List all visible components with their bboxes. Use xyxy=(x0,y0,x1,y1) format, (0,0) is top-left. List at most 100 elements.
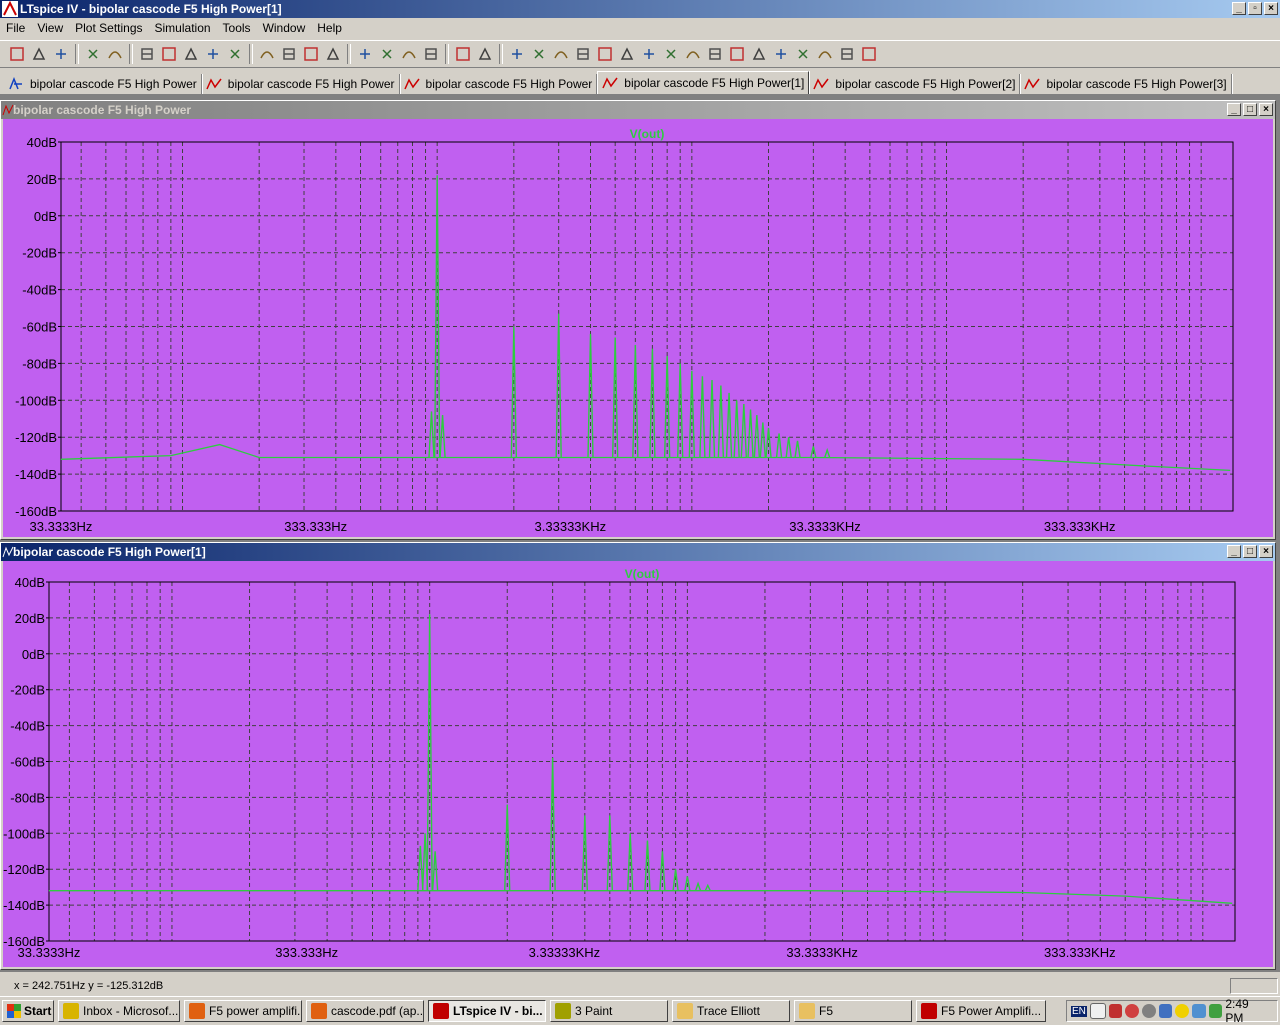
tile-horizontal-button[interactable] xyxy=(300,43,322,65)
language-indicator[interactable]: EN xyxy=(1071,1005,1087,1017)
paste-button[interactable] xyxy=(420,43,442,65)
pane-minimize-button[interactable]: _ xyxy=(1227,545,1241,558)
app-icon xyxy=(921,1002,937,1019)
tab-document[interactable]: bipolar cascode F5 High Power xyxy=(4,74,202,94)
zoom-in-button[interactable] xyxy=(158,43,180,65)
device-icon[interactable] xyxy=(1208,1004,1223,1018)
cascade-button[interactable] xyxy=(322,43,344,65)
cut-button[interactable] xyxy=(376,43,398,65)
network-icon[interactable] xyxy=(1141,1004,1156,1018)
print-button[interactable] xyxy=(506,43,528,65)
pane-close-button[interactable]: × xyxy=(1259,545,1273,558)
restore-button[interactable]: ▫ xyxy=(1248,2,1262,15)
taskbar-button[interactable]: F5 power amplifi... xyxy=(184,999,302,1022)
wire-button[interactable] xyxy=(528,43,550,65)
component-button[interactable] xyxy=(682,43,704,65)
x-tick-label: 333.333KHz xyxy=(1044,519,1116,534)
taskbar-button[interactable]: Inbox - Microsof... xyxy=(58,999,180,1022)
close-button[interactable]: × xyxy=(1264,2,1278,15)
messenger-icon[interactable] xyxy=(1175,1004,1189,1018)
grid-button[interactable] xyxy=(278,43,300,65)
zoom-out-button[interactable] xyxy=(202,43,224,65)
new-schematic-button[interactable] xyxy=(6,43,28,65)
zoom-box-icon xyxy=(184,47,198,60)
tab-label: bipolar cascode F5 High Power[1] xyxy=(624,76,805,90)
tab-document[interactable]: bipolar cascode F5 High Power xyxy=(202,74,400,94)
x-tick-label: 333.333KHz xyxy=(1044,945,1116,960)
control-panel-button[interactable] xyxy=(82,43,104,65)
inductor-button[interactable] xyxy=(638,43,660,65)
menu-file[interactable]: File xyxy=(0,18,31,38)
mail-icon[interactable] xyxy=(1089,1003,1106,1019)
tile-horizontal-icon xyxy=(304,47,318,61)
pane-minimize-button[interactable]: _ xyxy=(1227,103,1241,116)
tab-document[interactable]: bipolar cascode F5 High Power xyxy=(400,74,598,94)
shield-icon[interactable] xyxy=(1108,1004,1123,1018)
find-button[interactable] xyxy=(452,43,474,65)
clock: 2:49 PM xyxy=(1225,997,1249,1025)
start-button[interactable]: Start xyxy=(2,999,54,1022)
label-button[interactable] xyxy=(572,43,594,65)
copy-icon xyxy=(402,51,416,59)
menu-tools[interactable]: Tools xyxy=(217,18,257,38)
pane-maximize-button[interactable]: □ xyxy=(1243,103,1257,116)
copy-button[interactable] xyxy=(398,43,420,65)
taskbar-button[interactable]: Trace Elliott xyxy=(672,999,790,1022)
ground-button[interactable] xyxy=(550,43,572,65)
taskbar-button[interactable]: 3 Paint xyxy=(550,999,668,1022)
toolbar-separator xyxy=(445,44,449,64)
text-button[interactable] xyxy=(836,43,858,65)
autorange-button[interactable] xyxy=(256,43,278,65)
window-title: LTspice IV - bipolar cascode F5 High Pow… xyxy=(20,2,282,16)
rotate-button[interactable] xyxy=(792,43,814,65)
diode-button[interactable] xyxy=(660,43,682,65)
tab-document[interactable]: bipolar cascode F5 High Power[3] xyxy=(1020,74,1232,94)
toolbar xyxy=(0,40,1280,68)
undo-button[interactable] xyxy=(748,43,770,65)
spectrum-plot[interactable]: 40dB 20dB 0dB -20dB -40dB -60dB -80dB -100dB -12… xyxy=(3,561,1273,967)
resistor-button[interactable] xyxy=(594,43,616,65)
move-button[interactable] xyxy=(704,43,726,65)
tab-document[interactable]: bipolar cascode F5 High Power[1] xyxy=(597,71,810,94)
pane-close-button[interactable]: × xyxy=(1259,103,1273,116)
redo-button[interactable] xyxy=(770,43,792,65)
menu-plot-settings[interactable]: Plot Settings xyxy=(69,18,148,38)
mirror-button[interactable] xyxy=(814,43,836,65)
display-icon[interactable] xyxy=(1191,1004,1206,1018)
tab-document[interactable]: bipolar cascode F5 High Power[2] xyxy=(809,74,1021,94)
menu-simulation[interactable]: Simulation xyxy=(149,18,217,38)
drag-button[interactable] xyxy=(726,43,748,65)
spectrum-plot[interactable]: 40dB 20dB 0dB -20dB -40dB -60dB -80dB -100dB -12… xyxy=(3,119,1273,537)
toolbar-separator xyxy=(347,44,351,64)
y-tick-label: 20dB xyxy=(27,172,57,187)
security-icon[interactable] xyxy=(1125,1004,1139,1018)
zoom-fit-button[interactable] xyxy=(224,43,246,65)
capacitor-button[interactable] xyxy=(616,43,638,65)
zoom-box-button[interactable] xyxy=(180,43,202,65)
volume-icon[interactable] xyxy=(1158,1004,1173,1018)
tile-vertical-button[interactable] xyxy=(354,43,376,65)
menu-window[interactable]: Window xyxy=(257,18,312,38)
minimize-button[interactable]: _ xyxy=(1232,2,1246,15)
taskbar-button[interactable]: F5 xyxy=(794,999,912,1022)
x-tick-label: 3.33333KHz xyxy=(529,945,601,960)
halt-button[interactable] xyxy=(136,43,158,65)
spice-directive-button[interactable] xyxy=(858,43,880,65)
print-preview-icon xyxy=(478,47,492,60)
print-preview-button[interactable] xyxy=(474,43,496,65)
run-button[interactable] xyxy=(104,43,126,65)
taskbar-button[interactable]: cascode.pdf (ap... xyxy=(306,999,424,1022)
x-tick-label: 333.333Hz xyxy=(284,519,347,534)
taskbar-button[interactable]: LTspice IV - bi... xyxy=(428,999,546,1022)
spice-directive-icon xyxy=(862,47,876,61)
pane-maximize-button[interactable]: □ xyxy=(1243,545,1257,558)
window-titlebar: LTspice IV - bipolar cascode F5 High Pow… xyxy=(0,0,1280,18)
save-button[interactable] xyxy=(50,43,72,65)
ltspice-app-icon[interactable] xyxy=(2,1,18,17)
capacitor-icon xyxy=(620,47,634,60)
open-button[interactable] xyxy=(28,43,50,65)
taskbar-button[interactable]: F5 Power Amplifi... xyxy=(916,999,1046,1022)
menu-view[interactable]: View xyxy=(31,18,69,38)
x-tick-label: 33.3333KHz xyxy=(789,519,861,534)
menu-help[interactable]: Help xyxy=(311,18,348,38)
